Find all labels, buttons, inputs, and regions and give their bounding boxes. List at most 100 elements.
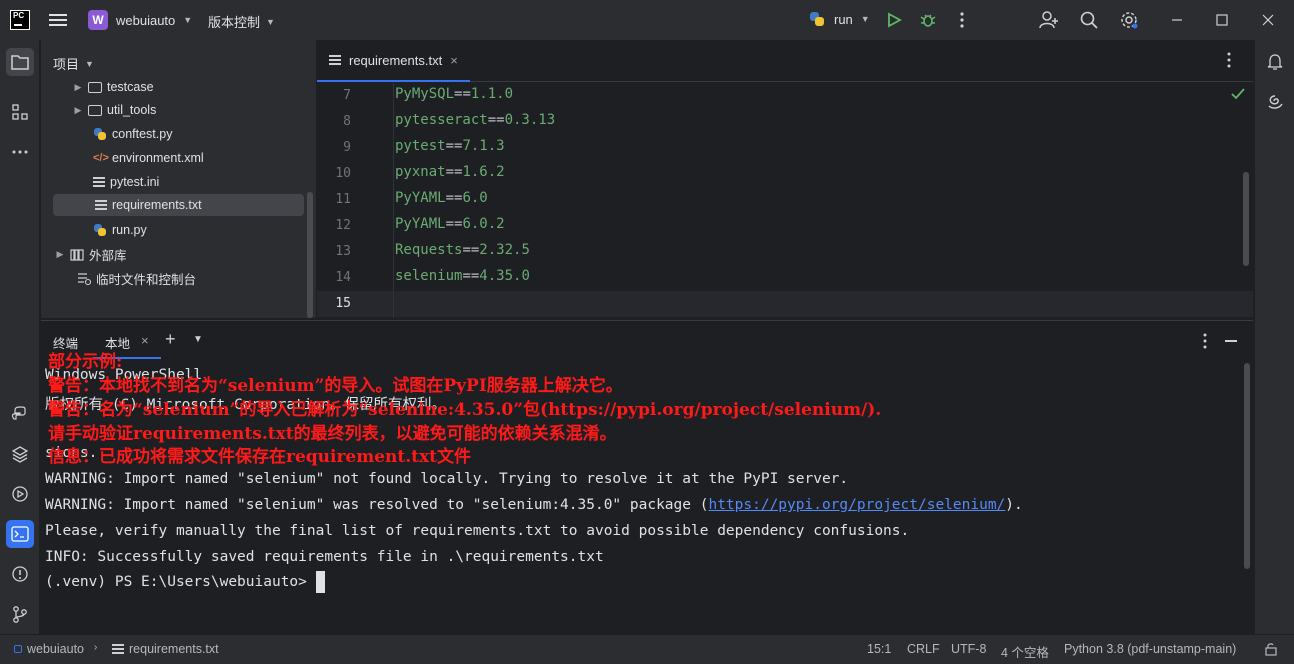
chevron-down-icon[interactable]: ▼ <box>193 334 203 345</box>
inspection-ok-icon[interactable] <box>1231 88 1245 103</box>
vcs-menu[interactable]: 版本控制 ▼ <box>208 12 275 31</box>
notifications-bell-icon[interactable] <box>1261 48 1289 76</box>
left-tool-strip <box>0 40 40 634</box>
text-cursor <box>315 571 325 593</box>
status-project[interactable]: webuiauto <box>14 642 84 656</box>
chevron-down-icon: ▼ <box>183 15 193 25</box>
status-line-separator[interactable]: CRLF <box>907 642 940 656</box>
settings-gear-icon[interactable] <box>1118 9 1140 31</box>
terminal-scrollbar[interactable] <box>1244 363 1250 569</box>
code-package: selenium <box>395 268 463 284</box>
chevron-right-icon: ▶ <box>74 104 82 115</box>
tree-item-conftest[interactable]: conftest.py <box>93 123 303 145</box>
structure-icon[interactable] <box>6 98 34 126</box>
services-icon[interactable] <box>6 480 34 508</box>
code-package: PyYAML <box>395 216 446 232</box>
overlay-annotation-line: 警告：本地找不到名为“selenium”的导入。试图在PyPI服务器上解决它。 <box>48 376 623 396</box>
library-icon <box>70 249 84 261</box>
add-user-icon[interactable] <box>1038 9 1060 31</box>
terminal-prompt-line[interactable]: (.venv) PS E:\Users\webuiauto> <box>45 571 325 593</box>
search-icon[interactable] <box>1078 9 1100 31</box>
tree-item-testcase[interactable]: ▶ testcase <box>73 76 303 98</box>
resolved-prefix: WARNING: Import named "selenium" was res… <box>45 497 709 513</box>
tree-item-scratches[interactable]: 临时文件和控制台 <box>77 267 303 289</box>
project-pane-scrollbar[interactable] <box>307 192 313 318</box>
new-tab-plus-icon[interactable]: + <box>165 329 176 350</box>
code-line[interactable]: PyYAML==6.0 <box>395 190 488 206</box>
project-folder-icon[interactable] <box>6 48 34 76</box>
layers-icon[interactable] <box>6 440 34 468</box>
resolved-suffix: ). <box>1005 497 1023 513</box>
project-pane-header[interactable]: 项目 ▼ <box>53 54 94 73</box>
code-version: 0.3.13 <box>504 112 556 128</box>
terminal-icon[interactable] <box>6 520 34 548</box>
tree-item-requirements[interactable]: requirements.txt <box>53 194 304 216</box>
status-encoding[interactable]: UTF-8 <box>951 642 986 656</box>
more-tools-icon[interactable] <box>6 138 34 166</box>
tree-item-util-tools[interactable]: ▶ util_tools <box>73 99 303 121</box>
close-tab-icon[interactable]: × <box>450 53 458 68</box>
code-line[interactable]: PyMySQL==1.1.0 <box>395 86 513 102</box>
tree-item-external-libraries[interactable]: ▶ 外部库 <box>55 243 303 265</box>
status-file-label: requirements.txt <box>129 642 219 656</box>
status-caret-position[interactable]: 15:1 <box>867 642 891 656</box>
project-switcher[interactable]: W webuiauto ▼ <box>88 10 192 30</box>
ai-assistant-icon[interactable] <box>1261 88 1289 116</box>
tab-options-icon[interactable] <box>1227 52 1231 71</box>
status-interpreter[interactable]: Python 3.8 (pdf-unstamp-main) <box>1064 642 1236 656</box>
status-indent[interactable]: 4 个空格 <box>1001 642 1049 661</box>
tree-item-label: testcase <box>107 80 154 94</box>
folder-icon <box>88 104 102 116</box>
terminal-line: WARNING: Import named "selenium" not fou… <box>45 471 849 487</box>
tree-item-label: 临时文件和控制台 <box>96 272 197 287</box>
code-line[interactable]: pytesseract==0.3.13 <box>395 112 555 128</box>
code-line[interactable]: PyYAML==6.0.2 <box>395 216 505 232</box>
lock-icon[interactable] <box>1264 642 1278 659</box>
tab-requirements-txt[interactable]: requirements.txt × <box>317 40 470 82</box>
tree-item-environment-xml[interactable]: </> environment.xml <box>93 147 303 169</box>
main-menu-icon[interactable] <box>49 12 67 28</box>
tree-item-label: pytest.ini <box>110 175 160 189</box>
line-number: 7 <box>343 88 351 103</box>
code-operator: == <box>445 138 463 154</box>
run-config-selector[interactable]: run ▼ <box>808 10 870 28</box>
terminal-options-icon[interactable] <box>1203 333 1207 352</box>
pypi-selenium-link[interactable]: https://pypi.org/project/selenium/ <box>708 497 1005 513</box>
code-version: 6.0 <box>462 190 488 206</box>
line-number: 8 <box>343 114 351 129</box>
tree-item-label: conftest.py <box>112 127 173 141</box>
code-line[interactable]: Requests==2.32.5 <box>395 242 530 258</box>
status-file[interactable]: requirements.txt <box>112 642 219 656</box>
close-window-icon[interactable] <box>1257 9 1279 31</box>
tree-item-pytest-ini[interactable]: pytest.ini <box>93 171 303 193</box>
xml-file-icon: </> <box>93 152 109 164</box>
python-file-icon <box>93 127 107 141</box>
code-package: pytesseract <box>395 112 488 128</box>
line-number: 14 <box>335 270 351 285</box>
editor-scrollbar[interactable] <box>1243 172 1249 266</box>
code-line[interactable]: selenium==4.35.0 <box>395 268 530 284</box>
python-console-icon[interactable] <box>6 400 34 428</box>
hide-panel-icon[interactable] <box>1225 340 1237 342</box>
code-version: 6.0.2 <box>462 216 505 232</box>
debug-icon[interactable] <box>917 9 939 31</box>
git-branch-icon[interactable] <box>6 600 34 628</box>
minimize-icon[interactable] <box>1166 9 1188 31</box>
more-options-icon[interactable] <box>951 9 973 31</box>
tree-item-run-py[interactable]: run.py <box>93 219 303 241</box>
run-icon[interactable] <box>883 9 905 31</box>
code-line[interactable]: pytest==7.1.3 <box>395 138 505 154</box>
code-package: PyMySQL <box>395 86 455 102</box>
close-tab-icon[interactable]: × <box>141 333 149 348</box>
project-name: webuiauto <box>116 12 176 28</box>
chevron-right-icon: ▶ <box>56 248 64 259</box>
scratch-console-icon <box>78 273 91 285</box>
tree-item-label: requirements.txt <box>112 198 202 212</box>
code-line[interactable]: pyxnat==1.6.2 <box>395 164 505 180</box>
problems-icon[interactable] <box>6 560 34 588</box>
code-operator: == <box>462 268 480 284</box>
editor-tab-bar: requirements.txt × <box>317 40 1253 82</box>
tab-label: requirements.txt <box>349 52 443 68</box>
folder-icon <box>88 81 102 93</box>
maximize-icon[interactable] <box>1211 9 1233 31</box>
